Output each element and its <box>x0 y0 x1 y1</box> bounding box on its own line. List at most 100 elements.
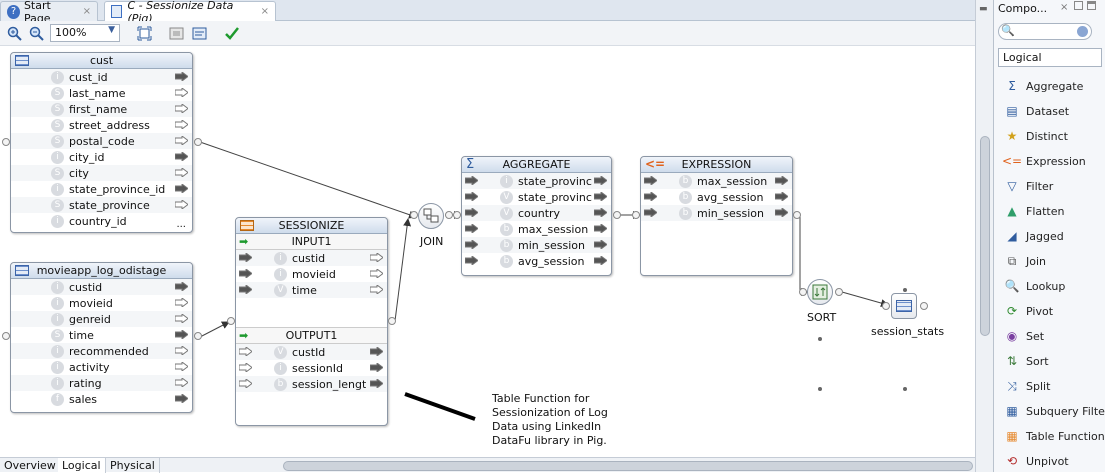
join-component[interactable] <box>418 203 444 229</box>
layout-icon[interactable] <box>168 25 184 41</box>
output-port-icon[interactable] <box>175 184 188 193</box>
attribute-row[interactable]: Slast_name <box>11 85 192 101</box>
component-item-flatten[interactable]: ▲ Flatten <box>1004 201 1064 221</box>
input-port-icon[interactable] <box>239 269 252 278</box>
output-port-icon[interactable] <box>175 200 188 209</box>
attribute-row[interactable]: i activity <box>11 359 192 375</box>
attribute-row[interactable]: i movieid <box>11 295 192 311</box>
properties-icon[interactable] <box>191 25 207 41</box>
component-item-aggregate[interactable]: Σ Aggregate <box>1004 76 1083 96</box>
attribute-row[interactable]: i genreid <box>11 311 192 327</box>
attribute-row[interactable]: i rating <box>11 375 192 391</box>
maximize-icon[interactable] <box>1074 1 1083 10</box>
attribute-row[interactable]: Sfirst_name <box>11 101 192 117</box>
output-port-icon[interactable] <box>370 269 383 278</box>
output-port-icon[interactable] <box>594 224 607 233</box>
attribute-row[interactable]: b avg_session <box>641 189 792 205</box>
attribute-row[interactable]: b min_session <box>462 237 611 253</box>
attribute-row[interactable]: i state_province_id <box>11 181 192 197</box>
input-connector[interactable] <box>2 332 10 340</box>
component-item-split[interactable]: ⤨ Split <box>1004 376 1050 396</box>
component-item-dataset[interactable]: ▤ Dataset <box>1004 101 1069 121</box>
attribute-row[interactable]: b max_session <box>462 221 611 237</box>
attribute-row[interactable]: i recommended <box>11 343 192 359</box>
output-port-icon[interactable] <box>175 152 188 161</box>
output-port-icon[interactable] <box>175 362 188 371</box>
attribute-row[interactable]: i sessionId <box>236 360 387 376</box>
output-port-icon[interactable] <box>175 136 188 145</box>
zoom-select[interactable]: 100% ▼ <box>50 24 120 42</box>
output-port-icon[interactable] <box>175 394 188 403</box>
close-icon[interactable]: × <box>261 6 269 17</box>
output-connector[interactable] <box>793 211 801 219</box>
input-port-icon[interactable] <box>239 253 252 262</box>
attribute-row[interactable]: Stime <box>11 327 192 343</box>
attribute-row[interactable]: i custid <box>236 250 387 266</box>
component-item-join[interactable]: ⧉ Join <box>1004 251 1046 271</box>
sort-input-connector[interactable] <box>799 288 807 296</box>
output-port-icon[interactable] <box>775 208 788 217</box>
attribute-row[interactable]: Sstate_province <box>11 197 192 213</box>
output-port-icon[interactable] <box>370 285 383 294</box>
sort-component[interactable] <box>807 279 833 305</box>
input-port-icon[interactable] <box>644 192 657 201</box>
attribute-row[interactable]: Spostal_code <box>11 133 192 149</box>
output-port-icon[interactable] <box>775 192 788 201</box>
expression-component[interactable]: <= EXPRESSION b max_session b avg_session b mi… <box>640 156 793 276</box>
input-port-icon[interactable] <box>644 208 657 217</box>
target-output-connector[interactable] <box>920 302 928 310</box>
attribute-row[interactable]: Scity <box>11 165 192 181</box>
output-port-icon[interactable] <box>594 240 607 249</box>
attribute-row[interactable]: i movieid <box>236 266 387 282</box>
attribute-row[interactable]: i state_provinc <box>462 173 611 189</box>
validate-icon[interactable] <box>224 25 240 41</box>
input-port-icon[interactable] <box>644 176 657 185</box>
output-port-icon[interactable] <box>175 330 188 339</box>
output-port-icon[interactable] <box>370 253 383 262</box>
output-port-icon[interactable] <box>594 208 607 217</box>
component-item-sort[interactable]: ⇅ Sort <box>1004 351 1049 371</box>
component-item-subquery-filter[interactable]: ▦ Subquery Filter <box>1004 401 1105 421</box>
output-port-icon[interactable] <box>594 176 607 185</box>
output-port-icon[interactable] <box>370 379 383 388</box>
output-port-icon[interactable] <box>775 176 788 185</box>
component-item-distinct[interactable]: ★ Distinct <box>1004 126 1068 146</box>
aggregate-component[interactable]: Σ AGGREGATE i state_provinc Vstate_provinc V… <box>461 156 612 276</box>
close-icon[interactable]: × <box>1060 2 1068 13</box>
attribute-row[interactable]: i cust_id <box>11 69 192 85</box>
input-port-icon[interactable] <box>465 256 478 265</box>
output-port-icon[interactable] <box>175 88 188 97</box>
output-port-icon[interactable] <box>175 346 188 355</box>
output-port-icon[interactable] <box>175 314 188 323</box>
output-connector[interactable] <box>194 138 202 146</box>
minimize-icon[interactable]: ▬ <box>979 4 988 14</box>
attribute-row[interactable]: b avg_session <box>462 253 611 269</box>
input-port-icon[interactable] <box>239 363 252 372</box>
session-stats-target[interactable] <box>891 293 917 319</box>
input-port-icon[interactable] <box>239 285 252 294</box>
sessionize-table-function[interactable]: SESSIONIZE ➡ INPUT1 i custid i movieid Vtime … <box>235 217 388 426</box>
output-port-icon[interactable] <box>175 282 188 291</box>
tab-overview[interactable]: Overview <box>0 458 61 473</box>
go-icon[interactable] <box>1077 26 1088 37</box>
output-connector[interactable] <box>613 211 621 219</box>
search-input[interactable]: 🔍 <box>998 23 1092 40</box>
attribute-row[interactable]: Sstreet_address <box>11 117 192 133</box>
component-item-expression[interactable]: <= Expression <box>1002 151 1086 171</box>
tab-sessionize-data[interactable]: C - Sessionize Data (Pig) × <box>104 0 276 25</box>
attribute-row[interactable]: i city_id <box>11 149 192 165</box>
output-port-icon[interactable] <box>370 347 383 356</box>
attribute-row[interactable]: b min_session <box>641 205 792 221</box>
component-item-unpivot[interactable]: ⟲ Unpivot <box>1004 451 1069 471</box>
output-port-icon[interactable] <box>175 72 188 81</box>
input-port-icon[interactable] <box>465 240 478 249</box>
component-item-filter[interactable]: ▽ Filter <box>1004 176 1053 196</box>
attribute-row[interactable]: Vcountry <box>462 205 611 221</box>
fit-to-window-icon[interactable] <box>136 25 152 41</box>
tab-logical[interactable]: Logical <box>58 458 106 473</box>
tab-start-page[interactable]: ? Start Page × <box>0 0 98 25</box>
output-port-icon[interactable] <box>594 192 607 201</box>
horizontal-scrollbar[interactable] <box>283 461 973 471</box>
scroll-thumb[interactable] <box>980 136 990 336</box>
vertical-scrollbar[interactable]: ▬ <box>975 0 993 472</box>
